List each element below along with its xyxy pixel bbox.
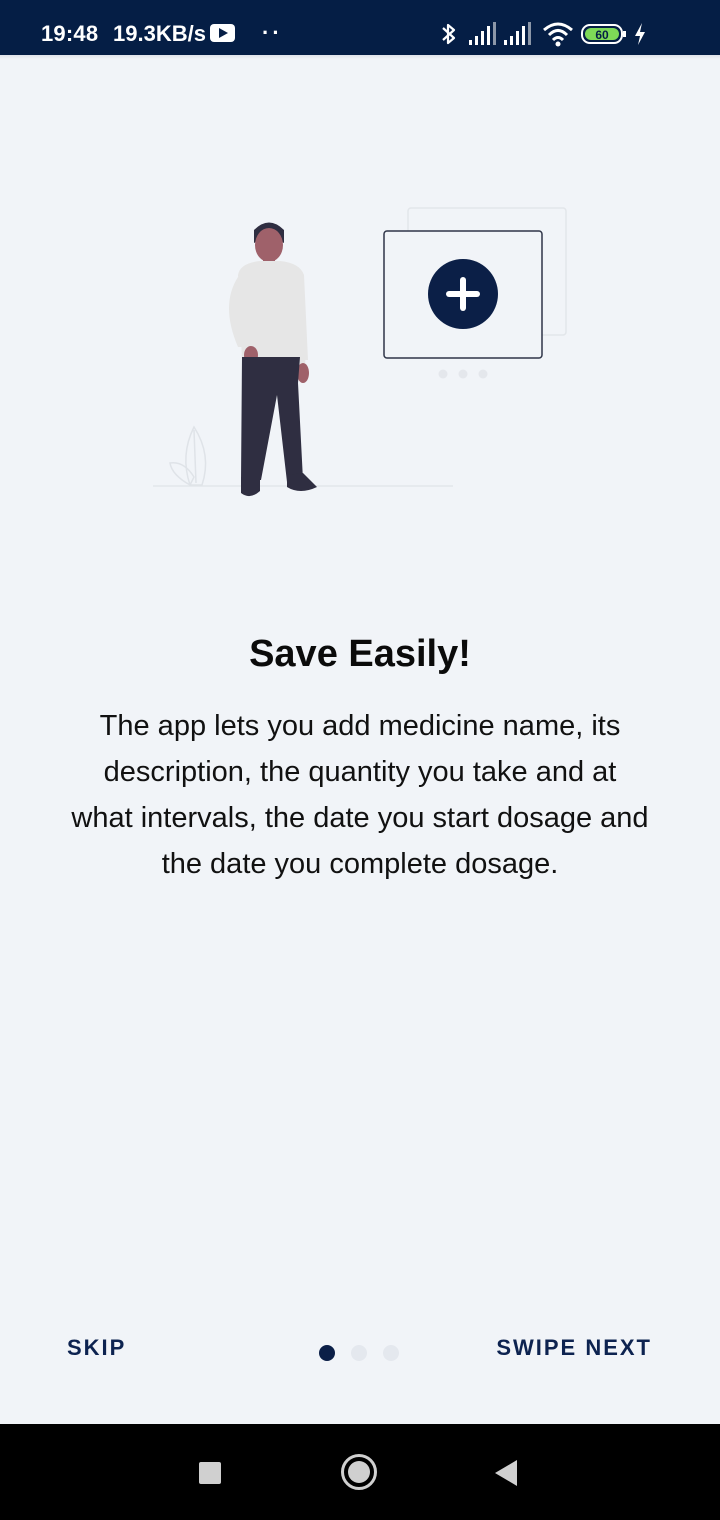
wifi-icon (543, 22, 573, 47)
battery-level: 60 (595, 28, 609, 42)
more-dots-icon: ·· (262, 20, 283, 45)
swipe-next-button[interactable]: SWIPE NEXT (496, 1335, 652, 1361)
onboarding-description: The app lets you add medicine name, its … (71, 710, 649, 880)
signal-icon (469, 22, 496, 45)
page-indicator (319, 1345, 409, 1363)
app-bar-shadow (0, 55, 720, 59)
back-icon[interactable] (495, 1460, 517, 1486)
recents-icon[interactable] (199, 1462, 221, 1484)
onboarding-title: Save Easily! (249, 633, 471, 675)
status-bar: 19:48 19.3KB/s ·· 60 (0, 0, 720, 55)
youtube-icon (210, 24, 235, 42)
onboarding-illustration (153, 207, 567, 497)
home-icon[interactable] (341, 1454, 377, 1490)
page-dot-2[interactable] (351, 1345, 367, 1361)
navigation-bar (0, 1424, 720, 1520)
add-plus-icon (428, 259, 498, 329)
charging-icon (635, 23, 645, 45)
signal-icon (504, 22, 531, 45)
bluetooth-icon (442, 23, 456, 45)
plant-icon (169, 425, 207, 487)
person-figure (229, 222, 317, 497)
page-dot-1[interactable] (319, 1345, 335, 1361)
network-speed: 19.3KB/s (113, 21, 206, 46)
battery-icon: 60 (581, 24, 626, 44)
skip-button[interactable]: SKIP (67, 1335, 126, 1361)
page-dot-3[interactable] (383, 1345, 399, 1361)
status-icons: 60 (440, 20, 690, 50)
status-time: 19:48 (41, 21, 99, 46)
